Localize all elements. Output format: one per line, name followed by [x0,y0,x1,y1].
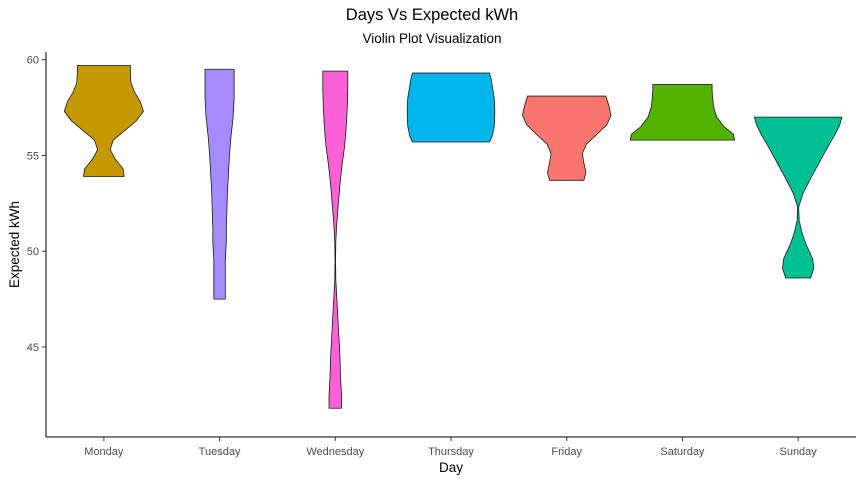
x-tick-label-tuesday: Tuesday [199,446,241,458]
violin-saturday [629,84,735,141]
y-tick-label: 60 [27,55,39,67]
violin-thursday [406,72,496,143]
y-axis-title: Expected kWh [7,201,22,288]
violin-friday [522,95,612,181]
y-ticks-layer: 45 50 55 60 [27,55,46,354]
x-tick-label-monday: Monday [84,446,124,458]
x-tick-label-friday: Friday [551,446,582,458]
x-tick-label-saturday: Saturday [660,446,705,458]
violins-layer [63,65,843,409]
violin-monday [63,65,144,177]
violin-sunday [754,116,843,279]
y-tick-label: 50 [27,246,39,258]
x-tick-label-wednesday: Wednesday [306,446,364,458]
x-axis-title: Day [439,460,463,475]
x-tick-label-thursday: Thursday [428,446,474,458]
violin-wednesday [322,70,349,409]
violin-chart: 45 50 55 60 Monday Tuesday Wednesday Thursday F… [7,52,856,475]
y-tick-label: 45 [27,342,39,354]
y-tick-label: 55 [27,150,39,162]
violin-tuesday [204,68,235,300]
x-ticks-layer: Monday Tuesday Wednesday Thursday Friday Satu… [84,437,817,458]
x-tick-label-sunday: Sunday [779,446,817,458]
